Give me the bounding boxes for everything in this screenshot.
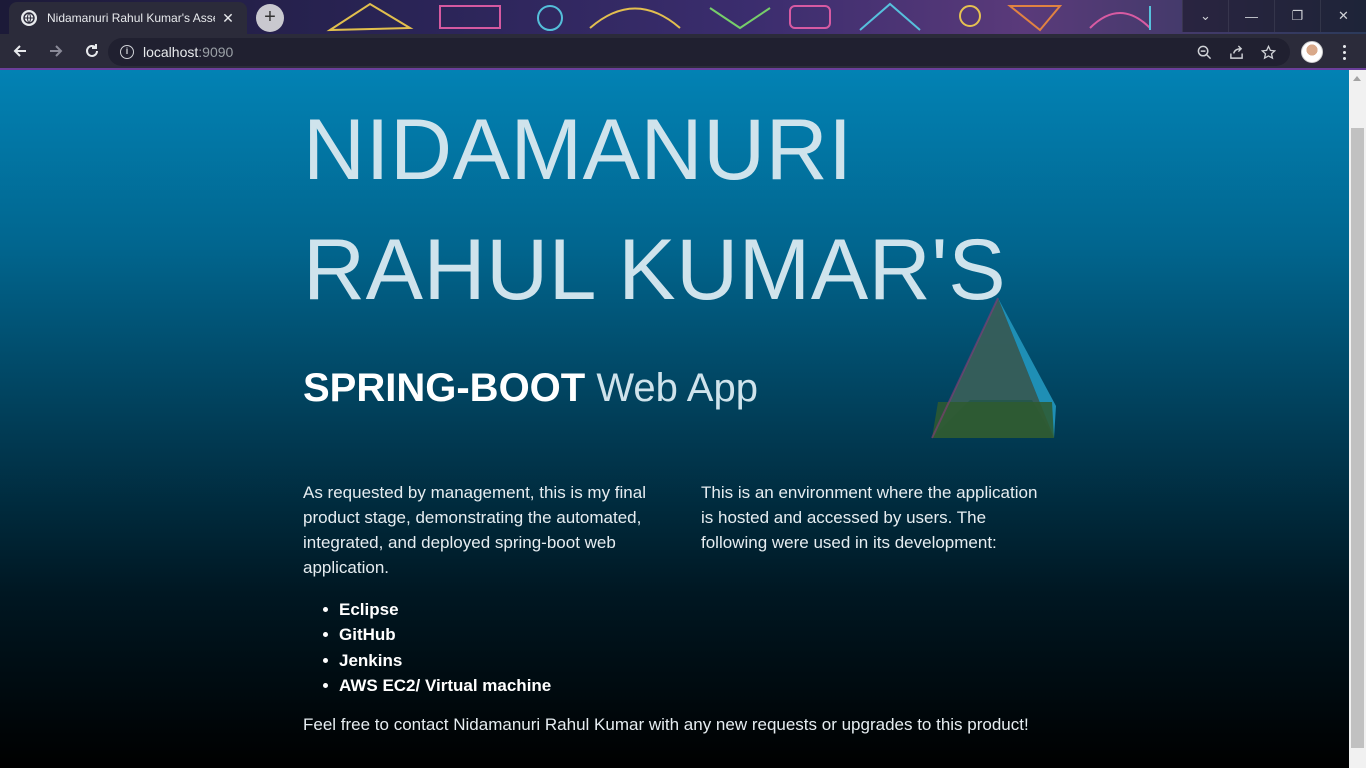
forward-button[interactable] [40,35,72,67]
subtitle-bold: SPRING-BOOT [303,366,586,410]
pyramid-graphic [931,297,1056,439]
intro-left-text: As requested by management, this is my f… [303,483,646,577]
browser-titlebar: Nidamanuri Rahul Kumar's Assessment ✕ + … [0,0,1366,34]
browser-toolbar: i localhost:9090 [0,34,1366,70]
profile-avatar[interactable] [1301,41,1323,63]
site-info-icon[interactable]: i [120,45,134,59]
restore-button[interactable]: ❐ [1274,0,1320,32]
share-icon[interactable] [1220,38,1252,66]
scrollbar-thumb[interactable] [1351,128,1364,748]
tab-title: Nidamanuri Rahul Kumar's Assessment [47,11,215,25]
scroll-up-arrow-icon[interactable] [1353,76,1361,81]
window-controls: ⌄ — ❐ ✕ [1182,0,1366,32]
list-item: AWS EC2/ Virtual machine [303,673,551,698]
list-item: Eclipse [303,597,551,622]
address-bar[interactable]: i localhost:9090 [108,38,1290,66]
back-arrow-icon [13,45,26,57]
active-tab[interactable]: Nidamanuri Rahul Kumar's Assessment ✕ [9,2,247,34]
page-subtitle: SPRING-BOOT Web App [303,366,758,411]
contact-text: Feel free to contact Nidamanuri Rahul Ku… [303,715,1029,734]
subtitle-rest: Web App [585,366,758,410]
omnibox-actions [1188,38,1284,66]
back-button[interactable] [4,35,36,67]
intro-right-text: This is an environment where the applica… [701,483,1038,552]
title-line-2: RAHUL KUMAR'S [303,222,1007,318]
bookmark-star-icon[interactable] [1252,38,1284,66]
reload-icon [86,44,98,57]
title-line-1: NIDAMANURI [303,102,853,198]
page-viewport: NIDAMANURI RAHUL KUMAR'S SPRING-BOOT Web… [0,70,1349,768]
close-tab-icon[interactable]: ✕ [219,10,237,27]
tools-list: Eclipse GitHub Jenkins AWS EC2/ Virtual … [303,597,551,698]
globe-icon [21,10,37,26]
close-window-button[interactable]: ✕ [1320,0,1366,32]
reload-button[interactable] [76,35,108,67]
forward-arrow-icon [50,45,63,57]
page-title: NIDAMANURI RAHUL KUMAR'S [303,90,1063,330]
theme-artwork [326,2,1151,32]
vertical-scrollbar[interactable] [1349,70,1366,768]
list-item: GitHub [303,622,551,647]
tab-search-button[interactable]: ⌄ [1182,0,1228,32]
list-item: Jenkins [303,648,551,673]
zoom-icon[interactable] [1188,38,1220,66]
url-text[interactable]: localhost:9090 [143,44,233,60]
new-tab-button[interactable]: + [256,4,284,32]
browser-menu-icon[interactable] [1334,38,1354,66]
minimize-button[interactable]: — [1228,0,1274,32]
